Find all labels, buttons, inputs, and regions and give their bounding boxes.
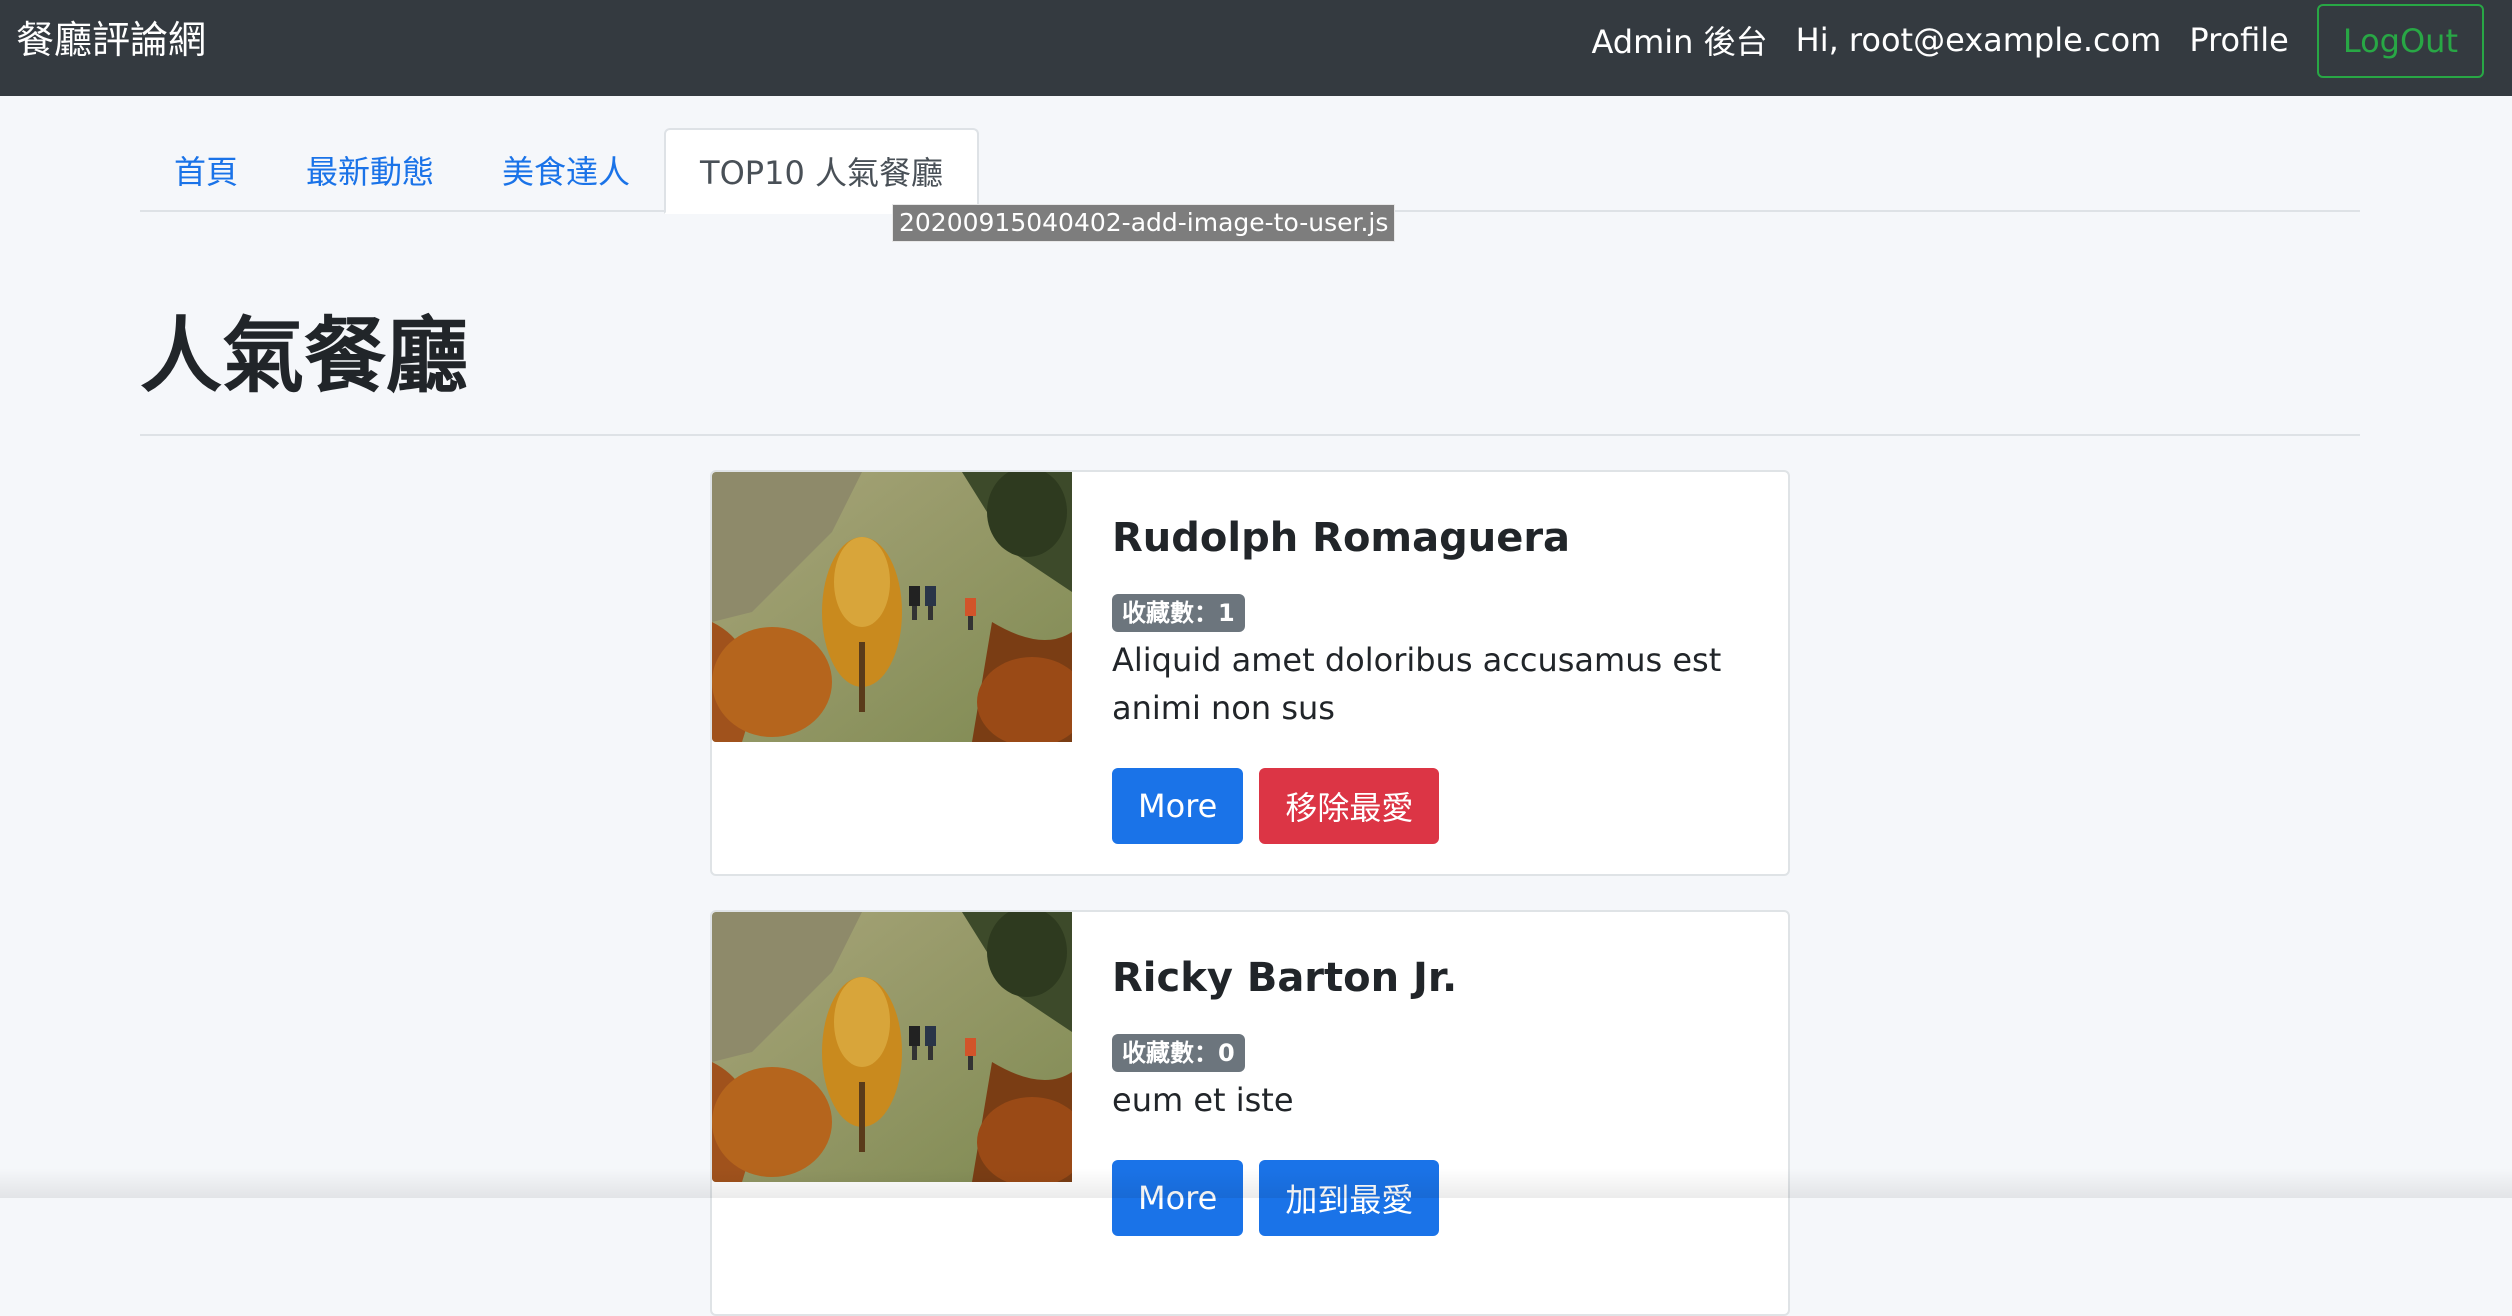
restaurant-card: Ricky Barton Jr. 收藏數：0 eum et iste More … bbox=[710, 910, 1790, 1316]
restaurant-name[interactable]: Ricky Barton Jr. bbox=[1112, 952, 1762, 1004]
navbar-right: Admin 後台 Hi, root@example.com Profile Lo… bbox=[1591, 0, 2484, 80]
restaurant-image[interactable] bbox=[712, 472, 1072, 742]
bottom-shadow bbox=[0, 1168, 2512, 1198]
restaurant-description: eum et iste bbox=[1112, 1081, 1294, 1119]
favorite-count-badge: 收藏數：0 bbox=[1112, 1034, 1245, 1072]
tab-feeds[interactable]: 最新動態 bbox=[272, 128, 468, 212]
restaurant-card: Rudolph Romaguera 收藏數：1 Aliquid amet dol… bbox=[710, 470, 1790, 876]
top-navbar: 餐廳評論網 Admin 後台 Hi, root@example.com Prof… bbox=[0, 0, 2512, 96]
card-body: Rudolph Romaguera 收藏數：1 Aliquid amet dol… bbox=[1112, 512, 1762, 844]
remove-favorite-button[interactable]: 移除最愛 bbox=[1259, 768, 1440, 844]
profile-link[interactable]: Profile bbox=[2189, 21, 2289, 59]
nav-tabs: 首頁 最新動態 美食達人 TOP10 人氣餐廳 bbox=[140, 128, 2360, 214]
restaurant-image[interactable] bbox=[712, 912, 1072, 1182]
tab-home[interactable]: 首頁 bbox=[140, 128, 272, 212]
favorite-count-badge: 收藏數：1 bbox=[1112, 594, 1245, 632]
card-actions: More 移除最愛 bbox=[1112, 768, 1762, 844]
brand-link[interactable]: 餐廳評論網 bbox=[16, 14, 206, 66]
restaurant-description: Aliquid amet doloribus accusamus est ani… bbox=[1112, 641, 1722, 727]
more-button[interactable]: More bbox=[1112, 768, 1244, 844]
logout-button[interactable]: LogOut bbox=[2316, 4, 2484, 78]
tab-top10-restaurants[interactable]: TOP10 人氣餐廳 bbox=[664, 128, 979, 214]
user-greeting: Hi, root@example.com bbox=[1795, 21, 2162, 59]
tab-top-users[interactable]: 美食達人 bbox=[468, 128, 664, 212]
tooltip: 20200915040402-add-image-to-user.js bbox=[892, 204, 1396, 242]
divider bbox=[140, 434, 2360, 436]
admin-link[interactable]: Admin 後台 bbox=[1591, 17, 1767, 63]
page-title: 人氣餐廳 bbox=[140, 309, 469, 404]
restaurant-name[interactable]: Rudolph Romaguera bbox=[1112, 512, 1762, 564]
